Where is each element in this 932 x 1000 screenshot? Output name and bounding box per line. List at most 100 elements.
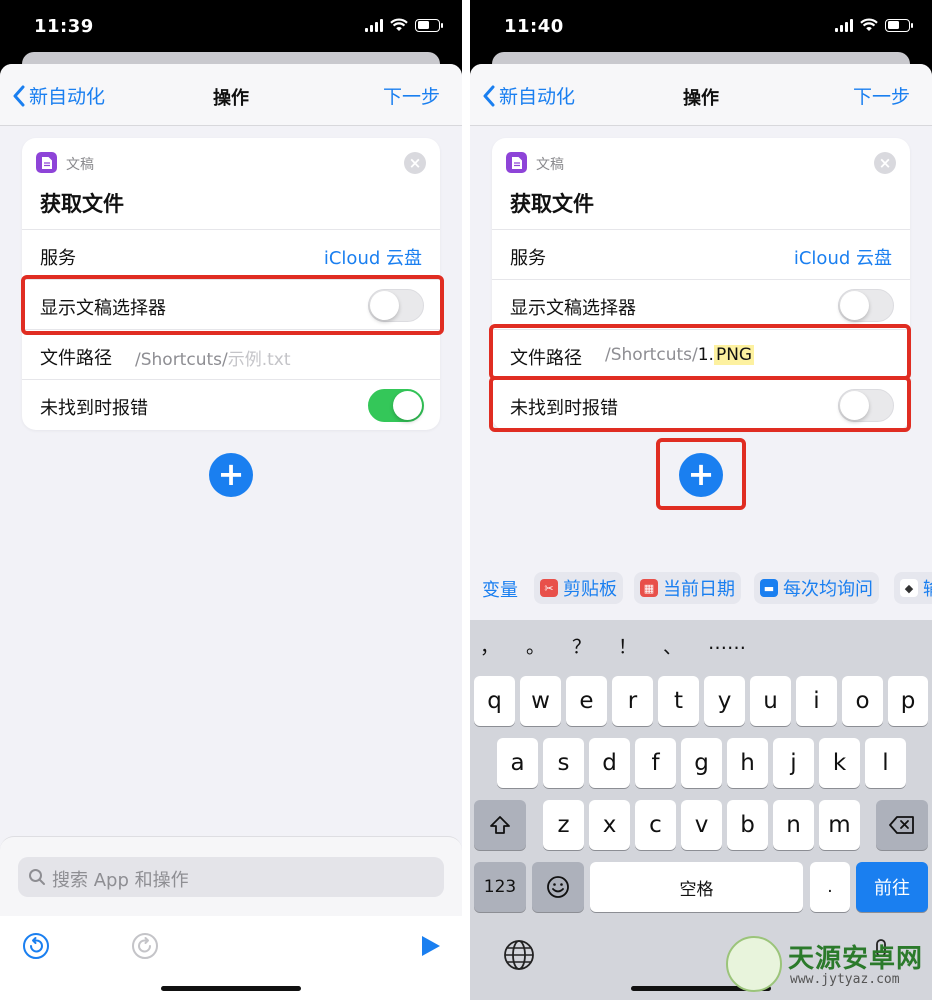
key-i[interactable]: i xyxy=(796,676,837,726)
punctuation-row: ， 。 ？ ！ 、 …… xyxy=(470,632,932,662)
add-action-button[interactable]: + xyxy=(209,453,253,497)
right-phone-screen: 11:40 新自动化 操作 下一步 文稿 × 获取文件 服务 iCloud 云盘… xyxy=(470,0,932,1000)
key-e[interactable]: e xyxy=(566,676,607,726)
status-bar: 11:39 xyxy=(0,0,462,54)
space-key[interactable]: 空格 xyxy=(590,862,803,912)
key-z[interactable]: z xyxy=(543,800,584,850)
key-t[interactable]: t xyxy=(658,676,699,726)
documents-app-icon xyxy=(36,152,57,173)
next-button[interactable]: 下一步 xyxy=(853,82,910,109)
search-input[interactable]: 搜索 App 和操作 xyxy=(18,857,444,897)
numbers-key[interactable]: 123 xyxy=(474,862,526,912)
battery-icon xyxy=(415,18,443,32)
watermark-title: 天源安卓网 xyxy=(788,944,924,974)
key-x[interactable]: x xyxy=(589,800,630,850)
emoji-icon xyxy=(547,876,569,898)
file-path-label: 文件路径 xyxy=(40,348,112,369)
key-m[interactable]: m xyxy=(819,800,860,850)
error-if-not-found-toggle[interactable] xyxy=(368,389,424,422)
chip-label: 剪贴板 xyxy=(563,579,617,600)
emoji-key[interactable] xyxy=(532,862,584,912)
chip-label: 输 xyxy=(923,575,932,601)
key-p[interactable]: p xyxy=(888,676,928,726)
period-key[interactable]: . xyxy=(810,862,850,912)
watermark-logo-icon xyxy=(726,936,782,992)
app-name: 文稿 xyxy=(536,157,564,173)
automation-sheet: 新自动化 操作 下一步 文稿 × 获取文件 服务 iCloud 云盘 显示文稿选… xyxy=(470,64,932,1000)
service-value[interactable]: iCloud 云盘 xyxy=(794,244,892,270)
shift-key[interactable] xyxy=(474,800,526,850)
key-j[interactable]: j xyxy=(773,738,814,788)
file-path-row[interactable]: 文件路径 /Shortcuts/示例.txt xyxy=(22,330,440,380)
delete-key[interactable] xyxy=(876,800,928,850)
signal-icon xyxy=(365,18,383,32)
status-icons xyxy=(835,18,913,32)
next-button[interactable]: 下一步 xyxy=(383,82,440,109)
redo-icon[interactable] xyxy=(131,932,159,960)
show-picker-row: 显示文稿选择器 xyxy=(492,280,910,330)
key-d[interactable]: d xyxy=(589,738,630,788)
watermark: 天源安卓网 www.jytyaz.com xyxy=(726,932,926,996)
action-title: 获取文件 xyxy=(510,192,594,216)
key-r[interactable]: r xyxy=(612,676,653,726)
file-path-field[interactable]: /Shortcuts/示例.txt xyxy=(135,345,291,370)
chip-current-date[interactable]: ▦ 当前日期 xyxy=(634,572,741,604)
search-placeholder: 搜索 App 和操作 xyxy=(52,870,189,891)
key-b[interactable]: b xyxy=(727,800,768,850)
shift-icon xyxy=(490,816,510,834)
key-w[interactable]: w xyxy=(520,676,561,726)
key-a[interactable]: a xyxy=(497,738,538,788)
key-q[interactable]: q xyxy=(474,676,515,726)
highlight-box-error-toggle xyxy=(489,376,911,432)
key-o[interactable]: o xyxy=(842,676,883,726)
key-k[interactable]: k xyxy=(819,738,860,788)
show-picker-label: 显示文稿选择器 xyxy=(510,298,636,319)
status-time: 11:40 xyxy=(504,16,564,37)
key-n[interactable]: n xyxy=(773,800,814,850)
app-name: 文稿 xyxy=(66,157,94,173)
service-row[interactable]: 服务 iCloud 云盘 xyxy=(492,230,910,280)
globe-icon[interactable] xyxy=(502,938,536,972)
key-v[interactable]: v xyxy=(681,800,722,850)
chip-clipboard[interactable]: ✂ 剪贴板 xyxy=(534,572,623,604)
punct-key[interactable]: 、 xyxy=(663,632,682,659)
key-u[interactable]: u xyxy=(750,676,791,726)
wifi-icon xyxy=(860,18,878,31)
action-title: 获取文件 xyxy=(40,192,124,216)
status-icons xyxy=(365,18,443,32)
error-if-not-found-label: 未找到时报错 xyxy=(40,398,148,419)
path-prefix: /Shortcuts/ xyxy=(135,350,228,370)
punct-key[interactable]: …… xyxy=(708,632,746,654)
key-s[interactable]: s xyxy=(543,738,584,788)
signal-icon xyxy=(835,18,853,32)
key-y[interactable]: y xyxy=(704,676,745,726)
chip-input[interactable]: ◆ 输 xyxy=(894,572,932,604)
punct-key[interactable]: ！ xyxy=(618,632,637,659)
key-h[interactable]: h xyxy=(727,738,768,788)
remove-action-icon[interactable]: × xyxy=(874,152,896,174)
play-icon[interactable] xyxy=(416,932,444,960)
show-picker-toggle[interactable] xyxy=(838,289,894,322)
scissors-icon: ✂ xyxy=(540,579,558,597)
action-header: 文稿 × 获取文件 xyxy=(492,138,910,230)
punct-key[interactable]: 。 xyxy=(526,632,545,659)
key-g[interactable]: g xyxy=(681,738,722,788)
key-l[interactable]: l xyxy=(865,738,906,788)
status-bar: 11:40 xyxy=(470,0,932,54)
key-c[interactable]: c xyxy=(635,800,676,850)
punct-key[interactable]: ？ xyxy=(572,632,591,659)
variables-label[interactable]: 变量 xyxy=(482,576,518,602)
editor-toolbar xyxy=(0,916,462,1000)
path-placeholder: 示例.txt xyxy=(227,350,291,370)
go-key[interactable]: 前往 xyxy=(856,862,928,912)
service-row[interactable]: 服务 iCloud 云盘 xyxy=(22,230,440,280)
chip-ask-each-time[interactable]: ▬ 每次均询问 xyxy=(754,572,879,604)
key-f[interactable]: f xyxy=(635,738,676,788)
remove-action-icon[interactable]: × xyxy=(404,152,426,174)
documents-app-icon xyxy=(506,152,527,173)
status-time: 11:39 xyxy=(34,16,94,37)
highlight-box-add-button xyxy=(656,438,746,510)
punct-key[interactable]: ， xyxy=(480,632,499,659)
service-value[interactable]: iCloud 云盘 xyxy=(324,244,422,270)
undo-icon[interactable] xyxy=(22,932,50,960)
